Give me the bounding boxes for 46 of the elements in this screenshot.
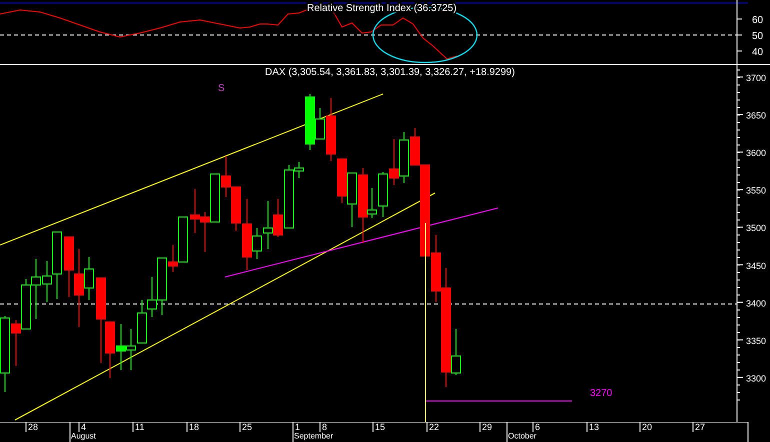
axis-label: 20 — [642, 422, 652, 432]
candlestick — [147, 276, 157, 318]
candlestick — [126, 328, 136, 370]
axis-label: September — [294, 432, 334, 440]
axis-label: 22 — [429, 422, 440, 432]
axis-label: 3650 — [746, 110, 766, 121]
candlestick — [389, 138, 399, 186]
candlestick — [337, 158, 347, 204]
axis-label: 40 — [752, 47, 764, 58]
axis-label: August — [71, 432, 96, 440]
axis-label: 18 — [189, 422, 200, 432]
target-label: 3270 — [590, 388, 612, 399]
chart-title: DAX (3,305.54, 3,361.83, 3,301.39, 3,326.27, +18.9299) — [265, 67, 515, 78]
axis-label: October — [508, 432, 536, 440]
candlestick — [21, 278, 31, 330]
axis-label: 8 — [322, 422, 328, 432]
axis-label: 3550 — [746, 186, 766, 196]
axis-label: 3300 — [746, 373, 766, 384]
candlestick — [399, 132, 409, 184]
candlestick — [221, 156, 231, 198]
candlestick — [200, 212, 210, 252]
axis-label: 25 — [242, 422, 252, 432]
axis-label: 3400 — [746, 298, 766, 308]
axis-label: 29 — [482, 422, 492, 432]
candlestick — [347, 172, 357, 228]
candlestick — [210, 174, 220, 222]
axis-label: 1 — [295, 422, 300, 432]
signal-marker: S — [218, 83, 225, 94]
axis-label: 13 — [589, 422, 600, 432]
axis-label: 3600 — [746, 148, 766, 158]
candlestick — [116, 324, 126, 370]
axis-label: 28 — [28, 422, 38, 432]
axis-label: 11 — [135, 422, 144, 432]
candlestick — [137, 300, 147, 344]
candlestick — [190, 188, 200, 234]
axis-label: 60 — [752, 15, 764, 26]
axis-label: 27 — [695, 422, 706, 432]
axis-label: 3700 — [746, 73, 766, 83]
axis-label: 15 — [375, 422, 386, 432]
candlestick — [64, 236, 74, 298]
axis-label: 6 — [535, 422, 540, 432]
axis-label: 4 — [81, 422, 86, 432]
axis-label: 50 — [752, 31, 764, 42]
axis-label: 3500 — [746, 223, 766, 234]
axis-label: 3450 — [746, 260, 766, 271]
axis-label: 3350 — [746, 336, 766, 346]
